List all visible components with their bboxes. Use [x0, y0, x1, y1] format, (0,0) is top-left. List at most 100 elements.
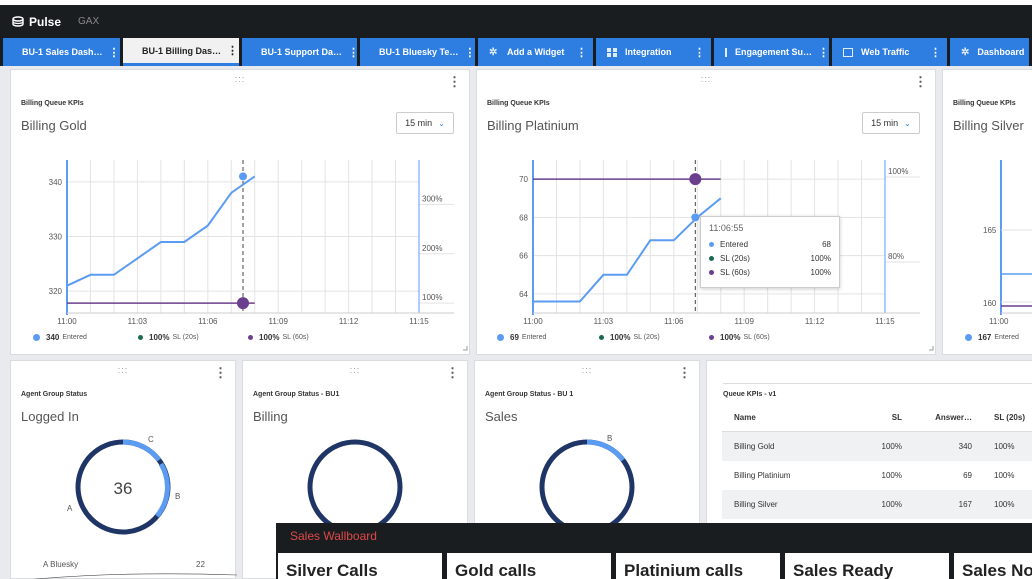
dashboard-tabs: BU-1 Sales Dash… ⋮ BU-1 Billing Das… ⋮ BU-… [0, 38, 1032, 66]
table-header: Name SL Answer… SL (20s) [722, 404, 1032, 432]
donut-segment-c [122, 439, 161, 462]
y-tick-label: 320 [49, 287, 63, 296]
legend-sl60: 100% SL (60s) [709, 333, 770, 342]
table-row[interactable]: Billing Gold 100% 340 100% [722, 432, 1032, 461]
kebab-menu-icon[interactable]: ⋮ [464, 46, 475, 59]
annotation-curve [32, 573, 237, 579]
series-marker [691, 213, 700, 222]
x-tick-label: 11:06 [664, 317, 684, 326]
column-header[interactable]: SL [842, 413, 912, 422]
legend-dot [965, 334, 972, 341]
tab-bu1-bluesky[interactable]: BU-1 Bluesky Te… ⋮ [360, 38, 475, 66]
series-marker [237, 297, 249, 310]
legend-entered: 167 Entered [965, 333, 1019, 342]
tab-bu1-support[interactable]: BU-1 Support Da… ⋮ [242, 38, 359, 66]
y2-tick-label: 100% [888, 167, 908, 176]
tab-engagement-summary[interactable]: Engagement Su… ⋮ [714, 38, 829, 66]
x-tick-label: 11:00 [989, 317, 1009, 326]
legend-sl20: 100% SL (20s) [138, 333, 199, 342]
wallboard-card-sales-not-ready[interactable]: Sales Not Ready [954, 553, 1032, 579]
tooltip-row: SL (60s) 100% [709, 265, 831, 279]
tab-integration[interactable]: Integration ⋮ [596, 38, 711, 66]
tab-bu1-billing[interactable]: BU-1 Billing Das… ⋮ [123, 38, 239, 66]
billing-gold-chart: 320 330 340 100% 200% 300% 11:00 11:03 11:06 11:0… [49, 160, 468, 351]
table-row[interactable]: Billing Platinium 100% 69 100% [722, 461, 1032, 490]
x-tick-label: 11:09 [268, 317, 288, 326]
wallboard-card-gold-calls[interactable]: Gold calls [447, 553, 611, 579]
legend-row-value: 22 [196, 560, 205, 569]
legend-dot [497, 334, 504, 341]
tab-add-widget[interactable]: ✲ Add a Widget ⋮ [478, 38, 593, 66]
kebab-menu-icon[interactable]: ⋮ [694, 46, 705, 59]
app-name: Pulse [29, 14, 62, 29]
billing-silver-chart: 165 160 11:00 [983, 160, 1032, 326]
kebab-menu-icon[interactable]: ⋮ [576, 46, 587, 59]
wallboard-title: Sales Wallboard [290, 529, 377, 543]
x-tick-label: 11:06 [198, 317, 218, 326]
y-tick-label: 64 [519, 290, 528, 299]
wallboard-card-platinium-calls[interactable]: Platinium calls [616, 553, 780, 579]
kebab-menu-icon[interactable]: ⋮ [348, 46, 359, 59]
top-bar: Pulse GAX [0, 0, 1032, 38]
tab-dashboard[interactable]: ✲ Dashboard [950, 38, 1030, 66]
y-tick-label: 68 [519, 213, 528, 222]
x-tick-label: 11:03 [594, 317, 614, 326]
y2-tick-label: 80% [888, 252, 904, 261]
segment-label: B [607, 434, 612, 443]
x-tick-label: 11:00 [523, 317, 543, 326]
divider [723, 383, 1032, 384]
table-row[interactable]: Billing Silver 100% 167 100% [722, 490, 1032, 519]
x-tick-label: 11:00 [57, 317, 77, 326]
legend-dot [248, 335, 253, 340]
y-tick-label: 165 [983, 226, 997, 235]
column-header[interactable]: SL (20s) [982, 413, 1032, 422]
pulse-logo-icon [12, 16, 24, 27]
x-tick-label: 11:15 [409, 317, 429, 326]
kebab-menu-icon[interactable]: ⋮ [818, 46, 829, 59]
x-tick-label: 11:15 [875, 317, 895, 326]
org-name: GAX [78, 16, 100, 27]
column-header[interactable]: Answer… [912, 413, 982, 422]
tooltip-dot [709, 241, 714, 247]
column-header[interactable]: Name [722, 413, 842, 422]
tab-bu1-sales[interactable]: BU-1 Sales Dash… ⋮ [3, 38, 120, 66]
legend-dot [709, 335, 714, 340]
billing-platinium-chart: 64 66 68 70 80% 100% 11:00 11:03 11:06 11:09 11:12… [519, 160, 934, 351]
y2-tick-label: 300% [422, 194, 442, 203]
kebab-menu-icon[interactable]: ⋮ [930, 46, 941, 59]
resize-handle-icon [929, 346, 934, 351]
gear-icon: ✲ [489, 46, 498, 58]
series-marker [239, 172, 247, 181]
kebab-menu-icon[interactable]: ⋮ [109, 46, 120, 59]
tab-web-traffic[interactable]: Web Traffic ⋮ [832, 38, 947, 66]
wallboard-card-sales-ready[interactable]: Sales Ready [785, 553, 949, 579]
widget-section-title: Queue KPIs - v1 [723, 391, 777, 398]
x-tick-label: 11:12 [339, 317, 359, 326]
donut-segment-b [155, 462, 170, 518]
segment-label: B [175, 492, 180, 501]
legend-entered: 340 Entered [33, 333, 87, 342]
y-tick-label: 340 [49, 178, 63, 187]
y-tick-label: 66 [519, 252, 528, 261]
wallboard-card-silver-calls[interactable]: Silver Calls [278, 553, 442, 579]
pulse-logo[interactable]: Pulse [12, 15, 61, 29]
legend-entered: 69 Entered [497, 333, 546, 342]
tooltip-time: 11:06:55 [709, 223, 744, 233]
legend-sl60: 100% SL (60s) [248, 333, 309, 342]
external-link-icon [843, 47, 853, 57]
kebab-menu-icon[interactable]: ⋮ [227, 44, 238, 57]
legend-row-label: A Bluesky [43, 560, 78, 569]
y-tick-label: 160 [983, 299, 997, 308]
kpi-widget-billing-gold: ::: ⋮ Billing Queue KPIs Billing Gold 15… [10, 69, 470, 355]
legend-dot [33, 334, 40, 341]
x-tick-label: 11:09 [734, 317, 754, 326]
logged-in-donut: 36 A B C A Bluesky 22 [32, 435, 237, 579]
donut-segment-b [586, 439, 625, 462]
gear-icon: ✲ [961, 46, 970, 58]
tooltip-row: SL (20s) 100% [709, 251, 831, 265]
legend-sl20: 100% SL (20s) [599, 333, 660, 342]
external-link-icon [725, 47, 727, 57]
table-body: Billing Gold 100% 340 100% Billing Platiniu… [722, 432, 1032, 519]
segment-label: A [67, 504, 73, 513]
legend-dot [138, 335, 143, 340]
